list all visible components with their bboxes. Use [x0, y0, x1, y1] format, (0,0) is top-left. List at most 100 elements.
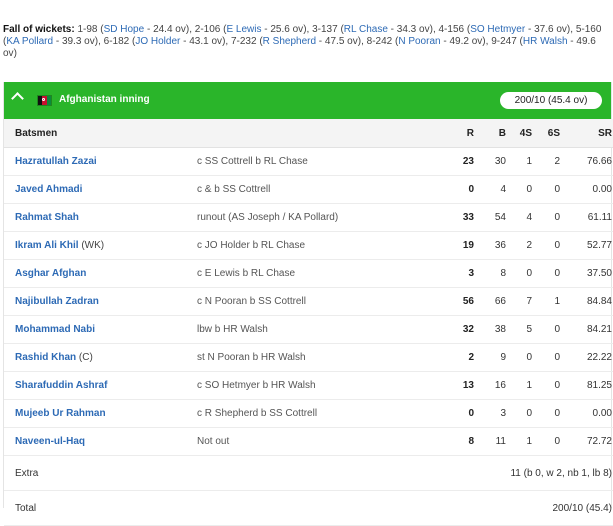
wicket-over: 24.4 ov [153, 24, 186, 35]
balls-cell: 3 [474, 399, 506, 428]
wicket-score: 2-106 [194, 24, 221, 35]
wicket-entry: 2-106 (E Lewis - 25.6 ov), [194, 24, 313, 35]
fall-of-wickets: Fall of wickets: 1-98 (SD Hope - 24.4 ov… [3, 24, 609, 60]
batsman-name-link[interactable]: Ikram Ali Khil [15, 240, 79, 251]
header-dismissal [197, 119, 437, 148]
batsman-cell: Mohammad Nabi [4, 315, 197, 344]
dismissal-cell: c N Pooran b SS Cottrell [197, 287, 437, 316]
batsman-name-link[interactable]: Najibullah Zadran [15, 296, 99, 307]
batsman-cell: Mujeeb Ur Rahman [4, 399, 197, 428]
wicket-over: 39.3 ov [61, 36, 95, 47]
total-row: Total 200/10 (45.4) [4, 490, 613, 526]
runs-cell: 13 [437, 371, 474, 400]
sixes-cell: 0 [532, 259, 560, 288]
wicket-player-link[interactable]: SO Hetmyer [470, 24, 525, 35]
afghanistan-flag-icon [37, 95, 52, 106]
dismissal-cell: runout (AS Joseph / KA Pollard) [197, 203, 437, 232]
fall-of-wickets-list: 1-98 (SD Hope - 24.4 ov), 2-106 (E Lewis… [3, 24, 601, 59]
wicket-over: 43.1 ov [189, 36, 223, 47]
sixes-cell: 0 [532, 399, 560, 428]
batting-scorecard-table: Batsmen R B 4S 6S SR Hazratullah Zazai c … [4, 119, 613, 526]
wicket-entry: 3-137 (RL Chase - 34.3 ov), [312, 24, 439, 35]
wicket-player-link[interactable]: SD Hope [104, 24, 145, 35]
runs-cell: 3 [437, 259, 474, 288]
table-row: Asghar Afghan c E Lewis b RL Chase 3 8 0 0 37.… [4, 259, 613, 288]
sixes-cell: 0 [532, 231, 560, 260]
wicket-player-link[interactable]: KA Pollard [6, 36, 53, 47]
sixes-cell: 0 [532, 315, 560, 344]
fours-cell: 1 [506, 147, 532, 176]
batsman-name-link[interactable]: Rashid Khan [15, 352, 76, 363]
balls-cell: 4 [474, 175, 506, 204]
batsman-name-link[interactable]: Asghar Afghan [15, 268, 86, 279]
balls-cell: 8 [474, 259, 506, 288]
table-row: Mujeeb Ur Rahman c R Shepherd b SS Cottre… [4, 399, 613, 428]
balls-cell: 30 [474, 147, 506, 176]
batsman-name-link[interactable]: Javed Ahmadi [15, 184, 82, 195]
batsman-name-link[interactable]: Naveen-ul-Haq [15, 436, 85, 447]
batsman-cell: Sharafuddin Ashraf [4, 371, 197, 400]
wicket-player-link[interactable]: HR Walsh [523, 36, 568, 47]
dismissal-cell: c SO Hetmyer b HR Walsh [197, 371, 437, 400]
strike-rate-cell: 76.66 [560, 147, 613, 176]
batsman-name-link[interactable]: Mohammad Nabi [15, 324, 95, 335]
wicket-player-link[interactable]: E Lewis [226, 24, 261, 35]
table-row: Rahmat Shah runout (AS Joseph / KA Pollar… [4, 203, 613, 232]
wicket-score: 9-247 [491, 36, 517, 47]
runs-cell: 32 [437, 315, 474, 344]
batsman-cell: Asghar Afghan [4, 259, 197, 288]
fours-cell: 1 [506, 371, 532, 400]
table-row: Mohammad Nabi lbw b HR Walsh 32 38 5 0 84.21 [4, 315, 613, 344]
runs-cell: 56 [437, 287, 474, 316]
runs-cell: 0 [437, 175, 474, 204]
sixes-cell: 2 [532, 147, 560, 176]
wicket-player-link[interactable]: RL Chase [344, 24, 388, 35]
batsman-cell: Rashid Khan (C) [4, 343, 197, 372]
fours-cell: 0 [506, 175, 532, 204]
header-batsmen: Batsmen [4, 119, 197, 148]
wicket-player-link[interactable]: R Shepherd [263, 36, 316, 47]
wicket-player-link[interactable]: JO Holder [135, 36, 180, 47]
extras-value: 11 (b 0, w 2, nb 1, lb 8) [197, 455, 613, 491]
strike-rate-cell: 37.50 [560, 259, 613, 288]
dismissal-cell: lbw b HR Walsh [197, 315, 437, 344]
fours-cell: 1 [506, 427, 532, 456]
wicket-over: 25.6 ov [270, 24, 304, 35]
batsman-name-link[interactable]: Mujeeb Ur Rahman [15, 408, 106, 419]
batsman-cell: Javed Ahmadi [4, 175, 197, 204]
header-sixes: 6S [532, 119, 560, 148]
innings-header[interactable]: Afghanistan inning 200/10 (45.4 ov) [4, 82, 611, 119]
balls-cell: 11 [474, 427, 506, 456]
balls-cell: 9 [474, 343, 506, 372]
dismissal-cell: c JO Holder b RL Chase [197, 231, 437, 260]
dismissal-cell: c R Shepherd b SS Cottrell [197, 399, 437, 428]
header-balls: B [474, 119, 506, 148]
table-row: Sharafuddin Ashraf c SO Hetmyer b HR Wals… [4, 371, 613, 400]
fours-cell: 7 [506, 287, 532, 316]
batsman-cell: Rahmat Shah [4, 203, 197, 232]
fours-cell: 0 [506, 259, 532, 288]
batsman-name-link[interactable]: Sharafuddin Ashraf [15, 380, 107, 391]
wicket-player-link[interactable]: N Pooran [398, 36, 440, 47]
batsman-name-link[interactable]: Hazratullah Zazai [15, 156, 97, 167]
wicket-score: 6-182 [103, 36, 130, 47]
strike-rate-cell: 0.00 [560, 399, 613, 428]
balls-cell: 16 [474, 371, 506, 400]
dismissal-cell: st N Pooran b HR Walsh [197, 343, 437, 372]
wicket-over: 34.3 ov [396, 24, 430, 35]
runs-cell: 0 [437, 399, 474, 428]
strike-rate-cell: 84.84 [560, 287, 613, 316]
strike-rate-cell: 81.25 [560, 371, 613, 400]
batsman-name-link[interactable]: Rahmat Shah [15, 212, 79, 223]
batsman-cell: Hazratullah Zazai [4, 147, 197, 176]
sixes-cell: 0 [532, 343, 560, 372]
chevron-up-icon[interactable] [11, 92, 24, 105]
table-row: Naveen-ul-Haq Not out 8 11 1 0 72.72 [4, 427, 613, 456]
fours-cell: 0 [506, 399, 532, 428]
strike-rate-cell: 0.00 [560, 175, 613, 204]
wicket-score: 1-98 [77, 24, 98, 35]
total-label: Total [4, 490, 197, 526]
wicket-over: 49.2 ov [449, 36, 483, 47]
wicket-score: 5-160 [575, 24, 602, 35]
table-row: Najibullah Zadran c N Pooran b SS Cottrel… [4, 287, 613, 316]
